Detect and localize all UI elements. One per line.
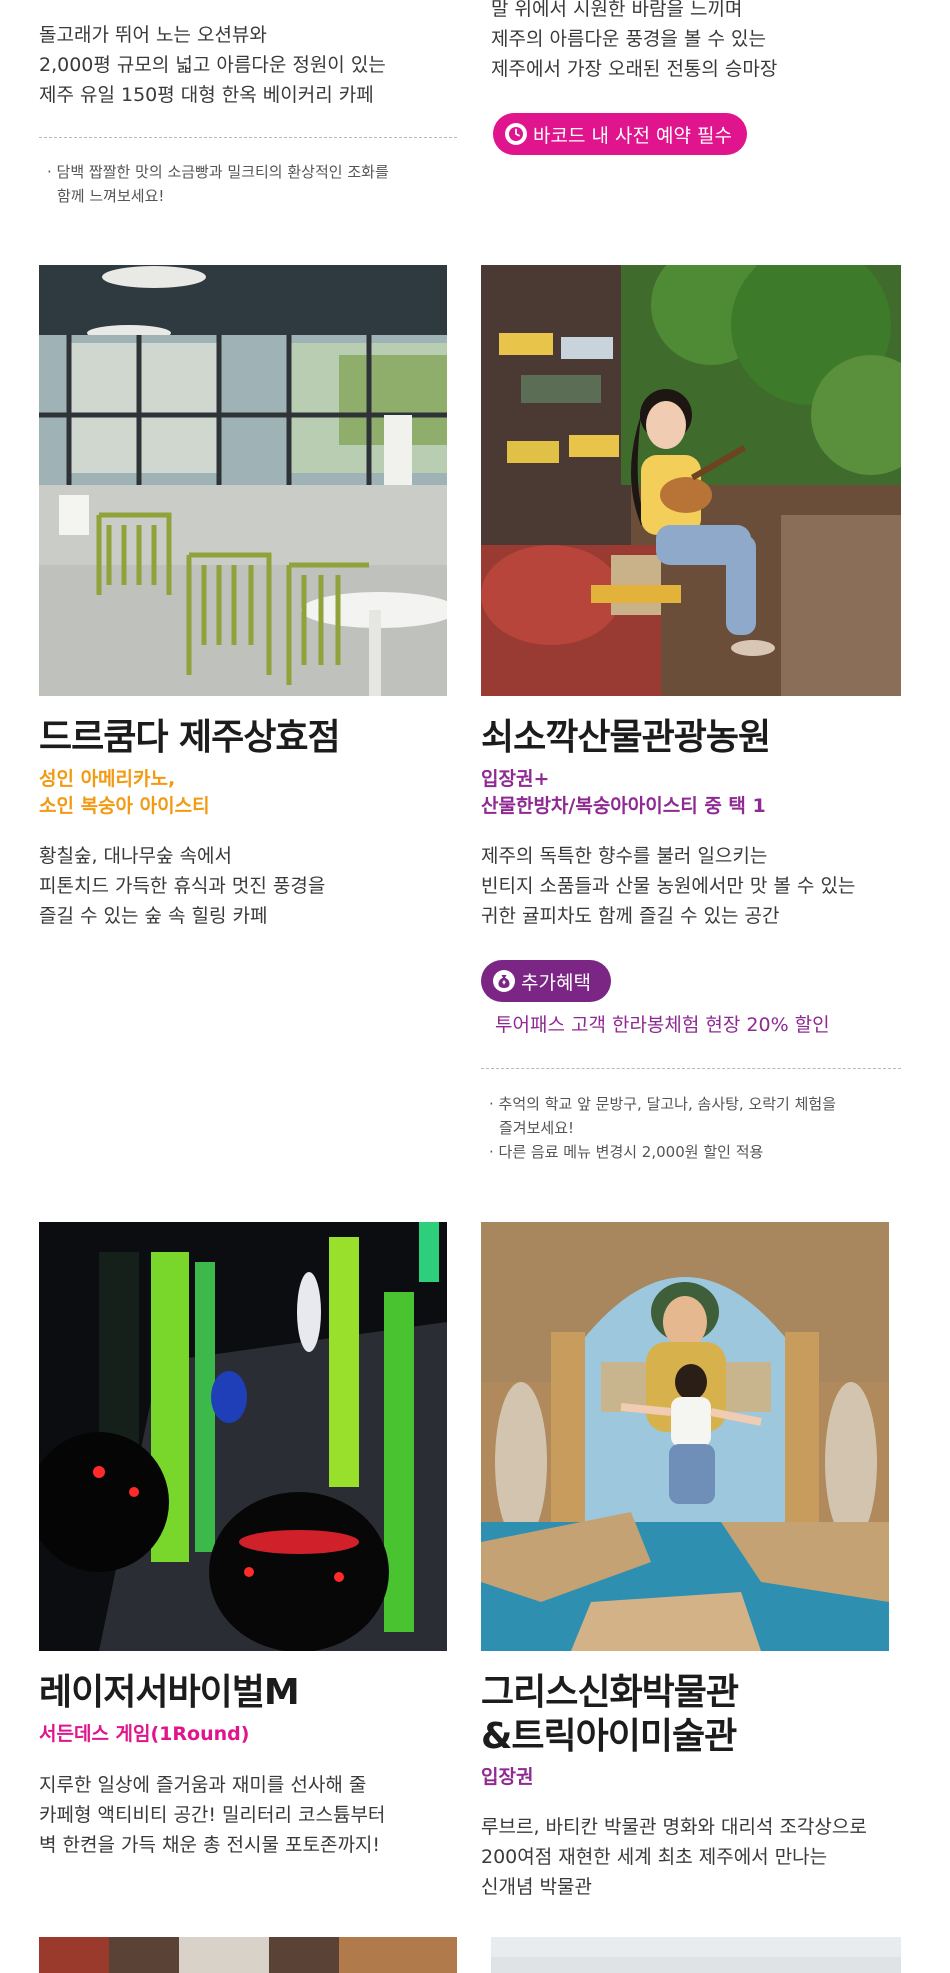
card-benefit: 성인 아메리카노, 소인 복숭아 아이스티: [39, 768, 210, 817]
extra-benefit-badge: 추가혜택: [481, 960, 611, 1002]
farm-ukulele-photo: [481, 265, 901, 696]
card-title: 드르쿰다 제주상효점: [39, 717, 341, 758]
top-left-description: 돌고래가 뛰어 노는 오션뷰와 2,000평 규모의 넓고 아름다운 정원이 있…: [39, 24, 386, 106]
extra-benefit-text: 투어패스 고객 한라봉체험 현장 20% 할인: [495, 1014, 830, 1036]
top-left-notes: · 담백 짭짤한 맛의 소금빵과 밀크티의 환상적인 조화를 함께 느껴보세요!: [47, 163, 389, 205]
card-title: 쇠소깍산물관광농원: [481, 717, 771, 758]
card-description: 제주의 독특한 향수를 불러 일으키는 빈티지 소품들과 산물 농원에서만 맛 …: [481, 845, 856, 927]
card-notes: · 추억의 학교 앞 문방구, 달고나, 솜사탕, 오락기 체험을 즐겨보세요!…: [489, 1095, 837, 1161]
card-benefit: 입장권: [481, 1766, 534, 1788]
card-description: 루브르, 바티칸 박물관 명화와 대리석 조각상으로 200여점 재현한 세계 …: [481, 1816, 867, 1898]
card-benefit: 서든데스 게임(1Round): [39, 1723, 250, 1745]
laser-arena-photo: [39, 1222, 447, 1651]
money-bag-icon: [493, 970, 515, 992]
card-title: 그리스신화박물관 &트릭아이미술관: [481, 1672, 739, 1757]
next-card-photo: [491, 1937, 901, 1973]
top-right-description: 말 위에서 시원한 바람을 느끼며 제주의 아름다운 풍경을 볼 수 있는 제주…: [491, 0, 778, 80]
cafe-interior-photo: [39, 265, 447, 696]
card-description: 지루한 일상에 즐거움과 재미를 선사해 줄 카페형 액티비티 공간! 밀리터리…: [39, 1774, 386, 1856]
card-divider: [481, 1068, 901, 1069]
top-left-divider: [39, 137, 457, 138]
card-title: 레이저서바이벌M: [39, 1672, 300, 1713]
next-card-photo: [39, 1937, 457, 1973]
card-benefit: 입장권+ 산물한방차/복숭아아이스티 중 택 1: [481, 768, 766, 817]
card-description: 황칠숲, 대나무숲 속에서 피톤치드 가득한 휴식과 멋진 풍경을 즐길 수 있…: [39, 845, 326, 927]
trick-art-photo: [481, 1222, 889, 1651]
clock-icon: [505, 123, 527, 145]
reservation-badge: 바코드 내 사전 예약 필수: [493, 113, 747, 155]
